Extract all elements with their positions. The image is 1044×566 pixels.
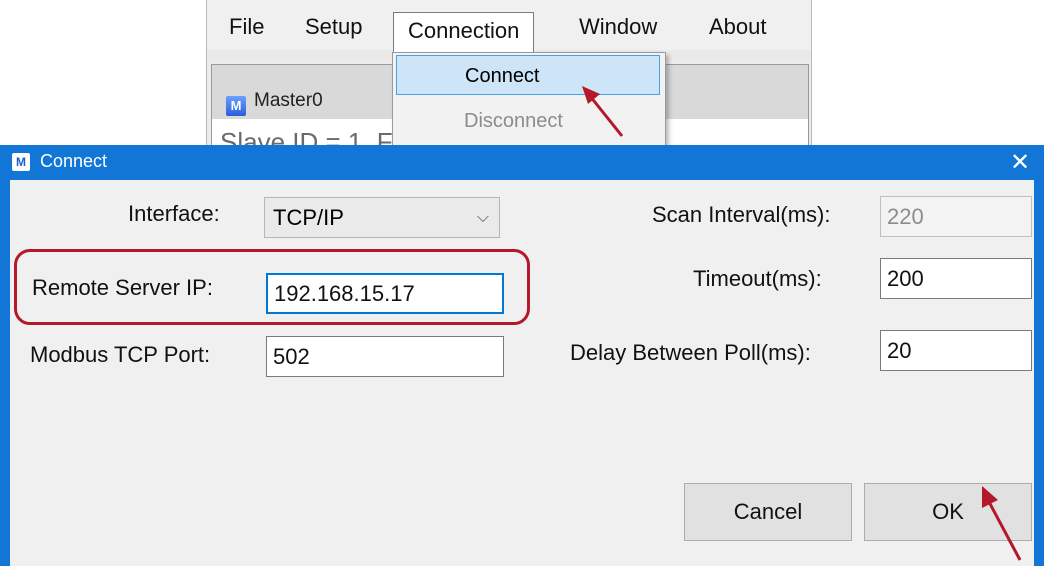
chevron-down-icon: ⌵	[476, 209, 489, 226]
ok-button[interactable]: OK	[864, 483, 1032, 541]
app-logo-icon: M	[226, 96, 246, 116]
dialog-title: Connect	[40, 151, 108, 171]
delay-between-poll-input[interactable]: 20	[880, 330, 1032, 371]
delay-between-poll-label: Delay Between Poll(ms):	[570, 340, 811, 365]
menubar: File Setup Connection Window About	[207, 0, 811, 53]
interface-label: Interface:	[128, 201, 220, 226]
child-window-title: M Master0	[226, 87, 323, 116]
dialog-right-border	[1034, 180, 1044, 566]
menu-about[interactable]: About	[709, 10, 767, 44]
timeout-input[interactable]: 200	[880, 258, 1032, 299]
scan-interval-label: Scan Interval(ms):	[652, 202, 831, 227]
close-icon[interactable]: ✕	[1010, 148, 1030, 177]
app-logo-icon: M	[12, 153, 30, 171]
cancel-button[interactable]: Cancel	[684, 483, 852, 541]
remote-ip-label: Remote Server IP:	[32, 275, 213, 300]
connection-dropdown: Connect Disconnect	[392, 52, 666, 146]
child-window-title-text: Master0	[254, 90, 323, 111]
menu-file[interactable]: File	[229, 10, 264, 44]
menu-item-disconnect[interactable]: Disconnect	[396, 101, 660, 141]
interface-select[interactable]: TCP/IP ⌵	[264, 197, 500, 238]
menu-connection[interactable]: Connection	[393, 12, 535, 53]
connect-dialog: M Connect ✕ Interface: TCP/IP ⌵ Remote S…	[0, 145, 1044, 566]
menu-item-connect[interactable]: Connect	[396, 55, 660, 95]
scan-interval-input[interactable]: 220	[880, 196, 1032, 237]
menu-setup[interactable]: Setup	[305, 10, 363, 44]
interface-select-value: TCP/IP	[273, 205, 344, 230]
modbus-port-label: Modbus TCP Port:	[30, 342, 211, 367]
dialog-left-border	[0, 180, 10, 566]
menu-window[interactable]: Window	[579, 10, 657, 44]
dialog-titlebar: M Connect ✕	[0, 145, 1044, 180]
remote-ip-input[interactable]: 192.168.15.17	[266, 273, 504, 314]
modbus-port-input[interactable]: 502	[266, 336, 504, 377]
timeout-label: Timeout(ms):	[693, 266, 822, 291]
